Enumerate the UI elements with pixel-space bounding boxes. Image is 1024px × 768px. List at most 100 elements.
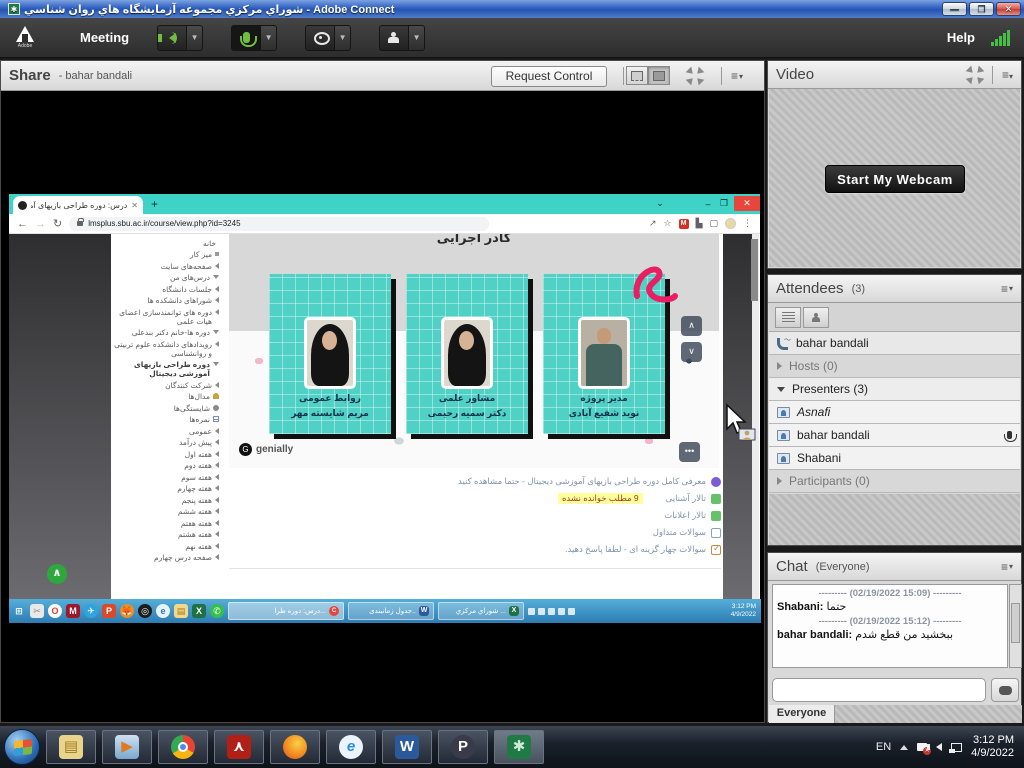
- tray-expand-icon[interactable]: [900, 745, 908, 750]
- forward-icon[interactable]: →: [35, 218, 46, 230]
- share-view-toggle-windowed[interactable]: [626, 66, 648, 85]
- sidebar-item[interactable]: هفته هفتم: [113, 519, 219, 528]
- hosts-group-row[interactable]: Hosts (0): [769, 355, 1020, 378]
- shared-excel-icon[interactable]: X: [192, 604, 206, 618]
- participants-group-row[interactable]: Participants (0): [769, 470, 1020, 493]
- shared-p-app-icon[interactable]: P: [102, 604, 116, 618]
- status-dropdown[interactable]: ▼: [409, 25, 425, 51]
- sidebar-item[interactable]: هفته هشتم: [113, 530, 219, 539]
- attendee-list-view-button[interactable]: [775, 307, 801, 328]
- browser-menu-icon[interactable]: ⋮: [743, 218, 752, 229]
- sidebar-item[interactable]: هفته نهم: [113, 542, 219, 551]
- resource-link[interactable]: معرفی کامل دوره طراحی بازیهای آموزشی دیج…: [229, 476, 721, 487]
- sidebar-item[interactable]: نمره‌ها: [113, 415, 219, 424]
- sidebar-item[interactable]: درس‌های من: [113, 273, 219, 282]
- presenters-group-row[interactable]: Presenters (3): [769, 378, 1020, 401]
- shared-obs-icon[interactable]: ◎: [138, 604, 152, 618]
- browser-window-controls[interactable]: –❐: [700, 196, 732, 211]
- start-button[interactable]: [4, 729, 40, 765]
- sidebar-item[interactable]: میز کار: [113, 250, 219, 259]
- shared-window-excel[interactable]: X ... شوراي مركزي: [438, 602, 524, 620]
- shared-ie-icon[interactable]: e: [156, 604, 170, 618]
- extension-m-icon[interactable]: M: [679, 219, 689, 229]
- speaker-dropdown[interactable]: ▼: [187, 25, 203, 51]
- shared-firefox-icon[interactable]: 🦊: [120, 604, 134, 618]
- taskbar-ie-button[interactable]: e: [326, 730, 376, 764]
- resource-link[interactable]: تالار اعلانات: [229, 510, 721, 521]
- browser-tab[interactable]: درس: دوره طراحی بازیهای آموزشی ✕: [13, 196, 143, 214]
- sidebar-item[interactable]: شوراهای دانشکده ها: [113, 296, 219, 305]
- chat-scrollbar[interactable]: [1009, 584, 1022, 668]
- shared-m-app-icon[interactable]: M: [66, 604, 80, 618]
- url-box[interactable]: lmsplus.sbu.ac.ir/course/view.php?id=324…: [69, 217, 489, 231]
- browser-close-button[interactable]: ✕: [734, 196, 760, 211]
- sidebar-item[interactable]: جلسات دانشگاه: [113, 285, 219, 294]
- share-pod-menu-icon[interactable]: ≡▾: [731, 69, 743, 83]
- tab-everyone[interactable]: Everyone: [769, 705, 835, 723]
- shared-opera-icon[interactable]: O: [48, 604, 62, 618]
- sidebar-item[interactable]: هفته چهارم: [113, 484, 219, 493]
- shared-window-chrome[interactable]: C ...درس: دوره طرا: [228, 602, 344, 620]
- chat-pod-menu-icon[interactable]: ≡▾: [1001, 560, 1013, 574]
- back-icon[interactable]: ←: [17, 218, 28, 230]
- sidebar-item[interactable]: هفته سوم: [113, 473, 219, 482]
- shared-snip-icon[interactable]: ✂: [30, 604, 44, 618]
- close-button[interactable]: ✕: [996, 2, 1021, 16]
- meeting-menu[interactable]: Meeting: [80, 30, 129, 45]
- sidebar-item[interactable]: دوره های توانمندسازی اعضای هیات علمی: [113, 308, 219, 326]
- request-control-button[interactable]: Request Control: [491, 66, 607, 87]
- action-center-flag-icon[interactable]: [917, 743, 927, 751]
- sidebar-item[interactable]: دوره ها-خانم دکتر بندعلی: [113, 328, 219, 337]
- status-control[interactable]: ▼: [379, 25, 425, 51]
- start-webcam-button[interactable]: Start My Webcam: [825, 165, 965, 193]
- attendee-row[interactable]: Asnafi: [769, 401, 1020, 424]
- bookmark-star-icon[interactable]: ☆: [663, 218, 671, 229]
- share-page-icon[interactable]: ↗: [649, 218, 657, 229]
- taskbar-firefox-button[interactable]: [270, 730, 320, 764]
- genially-brand[interactable]: G genially: [239, 443, 293, 456]
- network-icon[interactable]: [951, 743, 962, 752]
- browser-avatar[interactable]: [725, 218, 736, 229]
- sidebar-item[interactable]: مدال‌ها: [113, 392, 219, 401]
- sidebar-item[interactable]: شرکت کنندگان: [113, 381, 219, 390]
- taskbar-media-player-button[interactable]: ▶: [102, 730, 152, 764]
- new-tab-button[interactable]: +: [151, 198, 158, 210]
- sidebar-item[interactable]: هفته دوم: [113, 461, 219, 470]
- sidebar-item[interactable]: هفته اول: [113, 450, 219, 459]
- browser-chevron-icon[interactable]: ⌄: [652, 196, 668, 211]
- attendees-pod-menu-icon[interactable]: ≡▾: [1001, 282, 1013, 296]
- shared-window-word[interactable]: W ..جدول زمانبندی: [348, 602, 434, 620]
- sidebar-item[interactable]: شایستگی‌ها: [113, 404, 219, 413]
- shared-folder-icon[interactable]: ▤: [174, 604, 188, 618]
- attendee-row[interactable]: Shabani: [769, 447, 1020, 470]
- fullscreen-icon[interactable]: [687, 69, 703, 83]
- sidebar-item[interactable]: پیش درآمد: [113, 438, 219, 447]
- shared-whatsapp-icon[interactable]: ✆: [210, 604, 224, 618]
- minimize-button[interactable]: —: [942, 2, 967, 16]
- extensions-puzzle-icon[interactable]: ▙: [696, 218, 703, 229]
- speaker-control[interactable]: ▼: [157, 25, 203, 51]
- chat-input[interactable]: [772, 678, 986, 702]
- restore-button[interactable]: ❐: [969, 2, 994, 16]
- sidebar-item[interactable]: عمومی: [113, 427, 219, 436]
- help-menu[interactable]: Help: [947, 30, 975, 45]
- taskbar-clock[interactable]: 3:12 PM 4/9/2022: [971, 734, 1020, 760]
- resource-link[interactable]: سوالات چهار گزینه ای - لطفا پاسخ دهید.: [229, 544, 721, 555]
- send-message-button[interactable]: [991, 678, 1019, 702]
- sidebar-item-current-course[interactable]: دوره طراحی بازیهای آموزشی دیجیتال: [113, 360, 219, 378]
- webcam-dropdown[interactable]: ▼: [335, 25, 351, 51]
- more-options-button[interactable]: •••: [679, 442, 700, 462]
- shared-tray-icons[interactable]: [528, 608, 575, 615]
- taskbar-acrobat-button[interactable]: ⋏: [214, 730, 264, 764]
- language-indicator[interactable]: EN: [876, 741, 891, 753]
- profile-box-icon[interactable]: ▢: [709, 218, 718, 229]
- resource-link[interactable]: سوالات متداول: [229, 527, 721, 538]
- slide-up-button[interactable]: ∧: [681, 316, 702, 336]
- sidebar-item[interactable]: هفته ششم: [113, 507, 219, 516]
- sidebar-item[interactable]: هفته پنجم: [113, 496, 219, 505]
- taskbar-explorer-button[interactable]: ▤: [46, 730, 96, 764]
- webcam-control[interactable]: ▼: [305, 25, 351, 51]
- attendee-card-view-button[interactable]: [803, 307, 829, 328]
- attendee-row[interactable]: bahar bandali: [769, 424, 1020, 447]
- taskbar-adobe-connect-button[interactable]: ✱: [494, 730, 544, 764]
